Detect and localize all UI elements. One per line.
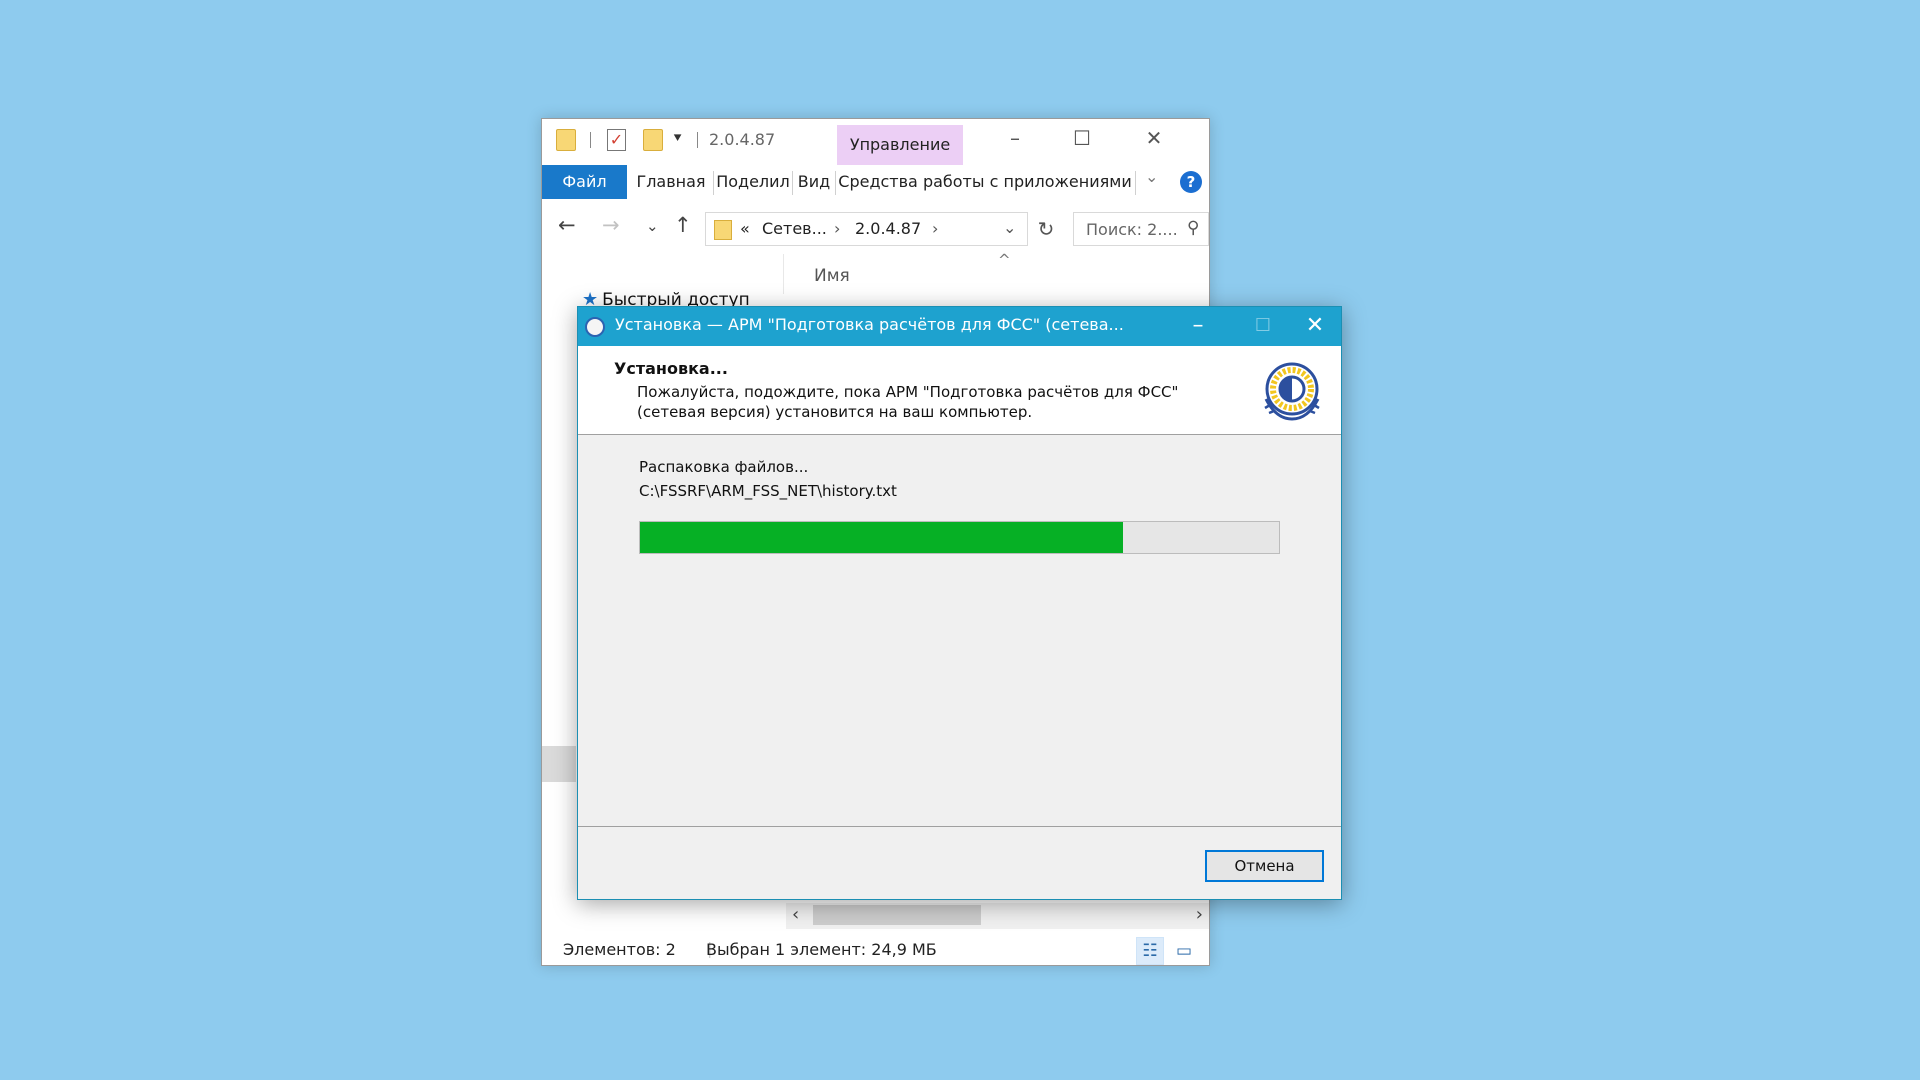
search-icon[interactable]: ⚲ (1187, 218, 1199, 238)
new-folder-icon[interactable] (643, 129, 663, 151)
tab-file[interactable]: Файл (542, 165, 627, 199)
cancel-button[interactable]: Отмена (1205, 850, 1324, 882)
minimize-button[interactable]: – (985, 123, 1045, 153)
tab-home[interactable]: Главная (630, 165, 712, 199)
help-icon[interactable]: ? (1180, 171, 1202, 193)
qa-separator (697, 132, 698, 148)
dialog-titlebar: Установка — АРМ "Подготовка расчётов для… (578, 307, 1341, 346)
installer-dialog: Установка — АРМ "Подготовка расчётов для… (577, 306, 1342, 900)
search-input[interactable]: Поиск: 2.... ⚲ (1073, 212, 1209, 246)
tab-view[interactable]: Вид (793, 165, 835, 199)
dialog-maximize-button: ☐ (1254, 315, 1272, 336)
quick-access-dropdown-icon[interactable]: ⯆ (672, 131, 683, 147)
progress-fill (640, 522, 1124, 553)
tab-share[interactable]: Поделил (714, 165, 792, 199)
installer-app-icon (585, 317, 605, 337)
pane-divider[interactable] (783, 254, 784, 294)
thumbnails-view-icon[interactable]: ▭ (1170, 937, 1198, 965)
forward-arrow-icon[interactable]: → (602, 213, 620, 237)
navigation-bar: ← → ⌄ ↑ « Сетев... › 2.0.4.87 › ⌄ ↻ Поис… (542, 209, 1209, 249)
ribbon-expand-icon[interactable]: ⌄ (1145, 167, 1158, 186)
footer-divider (578, 826, 1341, 827)
search-placeholder: Поиск: 2.... (1086, 220, 1178, 239)
scroll-left-icon[interactable]: ‹ (792, 904, 799, 925)
breadcrumb-chevron-icon[interactable]: › (834, 219, 840, 238)
address-bar[interactable]: « Сетев... › 2.0.4.87 › ⌄ (705, 212, 1028, 246)
back-arrow-icon[interactable]: ← (558, 213, 576, 237)
address-dropdown-icon[interactable]: ⌄ (1003, 218, 1016, 237)
sort-ascending-icon: ^ (998, 251, 1011, 269)
current-file-path: C:\FSSRF\ARM_FSS_NET\history.txt (639, 482, 897, 500)
maximize-button[interactable]: ☐ (1052, 123, 1112, 153)
status-item-count: Элементов: 2 (563, 940, 676, 959)
scroll-right-icon[interactable]: › (1196, 904, 1203, 925)
dialog-minimize-button[interactable]: – (1170, 307, 1226, 346)
close-button[interactable]: ✕ (1124, 123, 1184, 153)
status-text: Распаковка файлов... (639, 458, 809, 476)
breadcrumb-network[interactable]: Сетев... (762, 219, 827, 238)
explorer-title: 2.0.4.87 (709, 130, 776, 149)
folder-icon (714, 220, 732, 240)
fss-logo-icon (1264, 362, 1320, 421)
header-description: Пожалуйста, подождите, пока АРМ "Подгото… (637, 383, 1179, 421)
breadcrumb-chevron-icon[interactable]: › (932, 219, 938, 238)
nav-pane-scrollbar[interactable] (542, 746, 576, 782)
install-progress-bar (639, 521, 1280, 554)
up-arrow-icon[interactable]: ↑ (674, 213, 692, 237)
recent-dropdown-icon[interactable]: ⌄ (646, 217, 659, 235)
column-header-name[interactable]: Имя (814, 266, 850, 286)
tab-manage[interactable]: Управление (837, 125, 963, 165)
refresh-icon[interactable]: ↻ (1032, 212, 1060, 246)
details-view-icon[interactable]: ☷ (1136, 937, 1164, 965)
properties-check-icon[interactable]: ✓ (607, 129, 626, 151)
breadcrumb-overflow[interactable]: « (740, 219, 750, 238)
header-title: Установка... (614, 359, 728, 378)
dialog-header: Установка... Пожалуйста, подождите, пока… (578, 346, 1341, 435)
scrollbar-thumb[interactable] (813, 905, 981, 925)
breadcrumb-current[interactable]: 2.0.4.87 (855, 219, 921, 238)
tab-app-tools[interactable]: Средства работы с приложениями (836, 165, 1134, 199)
explorer-titlebar: ✓ ⯆ 2.0.4.87 Управление – ☐ ✕ (542, 119, 1209, 165)
status-bar: Элементов: 2 | Выбран 1 элемент: 24,9 МБ… (542, 935, 1209, 967)
dialog-title: Установка — АРМ "Подготовка расчётов для… (615, 315, 1124, 334)
ribbon-tabs: Файл Главная Поделил Вид Средства работы… (542, 165, 1209, 199)
dialog-close-button[interactable]: ✕ (1287, 307, 1343, 346)
horizontal-scrollbar[interactable]: ‹ › (786, 903, 1209, 929)
qa-separator (590, 132, 591, 148)
folder-icon[interactable] (556, 129, 576, 151)
status-selection: Выбран 1 элемент: 24,9 МБ (706, 940, 937, 959)
ribbon-separator (1135, 171, 1136, 195)
